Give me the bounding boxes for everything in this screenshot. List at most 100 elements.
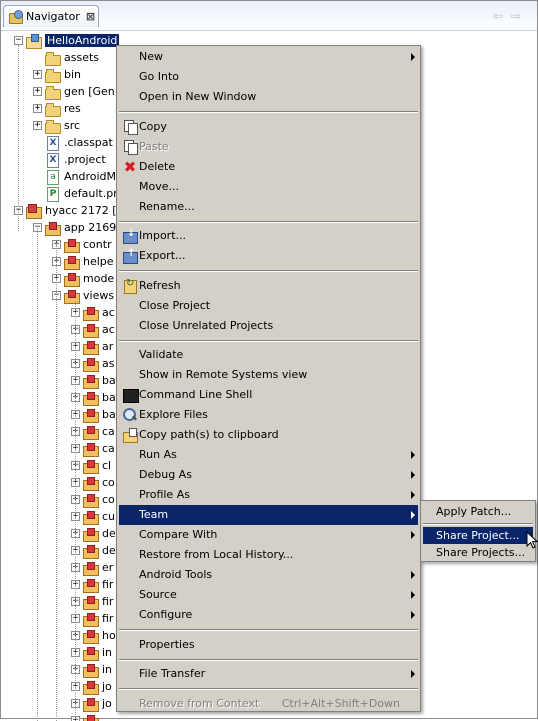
tree-item[interactable]: +co [71, 474, 115, 491]
tree-item[interactable]: +jo [71, 678, 112, 695]
tree-item[interactable]: +de [71, 525, 116, 542]
tree-item[interactable]: +co [71, 491, 115, 508]
menu-item-open-in-new-window[interactable]: Open in New Window [119, 87, 418, 107]
tree-item[interactable]: +er [71, 559, 113, 576]
tree-item[interactable]: +jo [71, 695, 112, 712]
tree-item[interactable]: −HelloAndroid [14, 32, 119, 49]
menu-item-go-into[interactable]: Go Into [119, 67, 418, 87]
menu-separator [119, 688, 418, 690]
menu-item-move[interactable]: Move... [119, 177, 418, 197]
tree-item[interactable]: default.pr [33, 185, 118, 202]
tree-item[interactable]: +ar [71, 338, 113, 355]
tree-item-label: er [102, 561, 113, 574]
menu-item-rename[interactable]: Rename... [119, 197, 418, 217]
menu-item-android-tools[interactable]: Android Tools [119, 565, 418, 585]
tree-item[interactable]: +cl [71, 457, 111, 474]
menu-item-delete[interactable]: ✖Delete [119, 157, 418, 177]
pkg-icon [83, 527, 99, 541]
pkg-icon [64, 289, 80, 303]
submenu-item-share-projects[interactable]: Share Projects... [423, 544, 533, 561]
menu-item-label: Profile As [139, 485, 190, 505]
menu-item-debug-as[interactable]: Debug As [119, 465, 418, 485]
menu-item-label: Source [139, 585, 177, 605]
menu-item-copy[interactable]: Copy [119, 117, 418, 137]
submenu-item-apply-patch[interactable]: Apply Patch... [423, 503, 533, 520]
expand-icon[interactable]: + [33, 70, 42, 79]
tree-item[interactable]: +bin [33, 66, 81, 83]
tree-item[interactable]: +ho [71, 627, 116, 644]
back-forward-arrows-icon[interactable]: ⇦⇨ [493, 9, 529, 23]
pkg-icon [45, 221, 61, 235]
menu-item-configure[interactable]: Configure [119, 605, 418, 625]
tree-item[interactable]: +fir [71, 610, 113, 627]
tree-item[interactable]: +ba [71, 389, 116, 406]
submenu-arrow-icon [411, 471, 415, 479]
menu-item-close-unrelated-projects[interactable]: Close Unrelated Projects [119, 316, 418, 336]
menu-item-validate[interactable]: Validate [119, 345, 418, 365]
menu-item-compare-with[interactable]: Compare With [119, 525, 418, 545]
menu-item-label: Move... [139, 177, 179, 197]
tree-item[interactable]: +ac [71, 321, 115, 338]
menu-item-label: File Transfer [139, 664, 205, 684]
explore-icon [122, 407, 138, 423]
tree-item[interactable]: +helpe [52, 253, 114, 270]
submenu-item-share-project[interactable]: Share Project... [423, 527, 533, 544]
tree-item[interactable]: +res [33, 100, 81, 117]
menu-item-team[interactable]: Team [119, 505, 418, 525]
menu-item-restore-from-local-history[interactable]: Restore from Local History... [119, 545, 418, 565]
submenu-arrow-icon [411, 591, 415, 599]
tree-item[interactable]: +ca [71, 423, 115, 440]
menu-item-refresh[interactable]: Refresh [119, 276, 418, 296]
tree-item[interactable]: +ac [71, 304, 115, 321]
menu-item-explore-files[interactable]: Explore Files [119, 405, 418, 425]
menu-item-label: Rename... [139, 197, 195, 217]
tree-item[interactable]: .project [33, 151, 106, 168]
menu-item-label: Delete [139, 157, 175, 177]
tree-item[interactable]: +fir [71, 593, 113, 610]
tree-item[interactable]: +ba [71, 372, 116, 389]
menu-item-profile-as[interactable]: Profile As [119, 485, 418, 505]
collapse-icon[interactable]: − [14, 36, 23, 45]
menu-item-run-as[interactable]: Run As [119, 445, 418, 465]
menu-item-label: Android Tools [139, 565, 212, 585]
tree-item[interactable]: +cu [71, 508, 115, 525]
expand-icon[interactable]: + [33, 104, 42, 113]
tree-item[interactable]: +as [71, 355, 114, 372]
menu-item-source[interactable]: Source [119, 585, 418, 605]
tree-item[interactable]: +src [33, 117, 80, 134]
tree-item[interactable]: +de [71, 542, 116, 559]
menu-item-close-project[interactable]: Close Project [119, 296, 418, 316]
tree-item[interactable]: +gen [Gen [33, 83, 115, 100]
tree-item-label: ac [102, 323, 115, 336]
menu-item-new[interactable]: New [119, 47, 418, 67]
menu-item-command-line-shell[interactable]: Command Line Shell [119, 385, 418, 405]
tree-item[interactable]: −app 2169 [33, 219, 116, 236]
tree-item[interactable]: +mode [52, 270, 114, 287]
menu-item-properties[interactable]: Properties [119, 635, 418, 655]
pkg-icon [83, 646, 99, 660]
tree-item[interactable]: assets [33, 49, 99, 66]
tree-item[interactable]: +ba [71, 406, 116, 423]
tree-item[interactable]: +in [71, 661, 112, 678]
tree-item-label: contr [83, 238, 112, 251]
menu-item-label: Copy [139, 117, 167, 137]
menu-item-import[interactable]: Import... [119, 226, 418, 246]
menu-item-show-in-remote-systems-view[interactable]: Show in Remote Systems view [119, 365, 418, 385]
tree-item[interactable]: +ca [71, 440, 115, 457]
tree-item[interactable]: AndroidM [33, 168, 116, 185]
tree-item[interactable]: +in [71, 644, 112, 661]
shell-icon [122, 387, 138, 403]
context-menu: NewGo IntoOpen in New WindowCopyPaste✖De… [116, 45, 421, 712]
menu-item-copy-paths-to-clipboard[interactable]: Copy path(s) to clipboard [119, 425, 418, 445]
tree-item[interactable]: +fir [71, 576, 113, 593]
close-icon[interactable]: ⊠ [86, 10, 95, 23]
expand-icon[interactable]: + [33, 87, 42, 96]
tree-item[interactable]: −hyacc 2172 [ [14, 202, 117, 219]
expand-icon[interactable]: + [33, 121, 42, 130]
menu-item-export[interactable]: Export... [119, 246, 418, 266]
tree-item[interactable]: −views [52, 287, 114, 304]
tab-navigator[interactable]: Navigator ⊠ [3, 5, 99, 27]
tree-item[interactable]: +contr [52, 236, 112, 253]
menu-item-file-transfer[interactable]: File Transfer [119, 664, 418, 684]
tree-item[interactable]: .classpat [33, 134, 113, 151]
